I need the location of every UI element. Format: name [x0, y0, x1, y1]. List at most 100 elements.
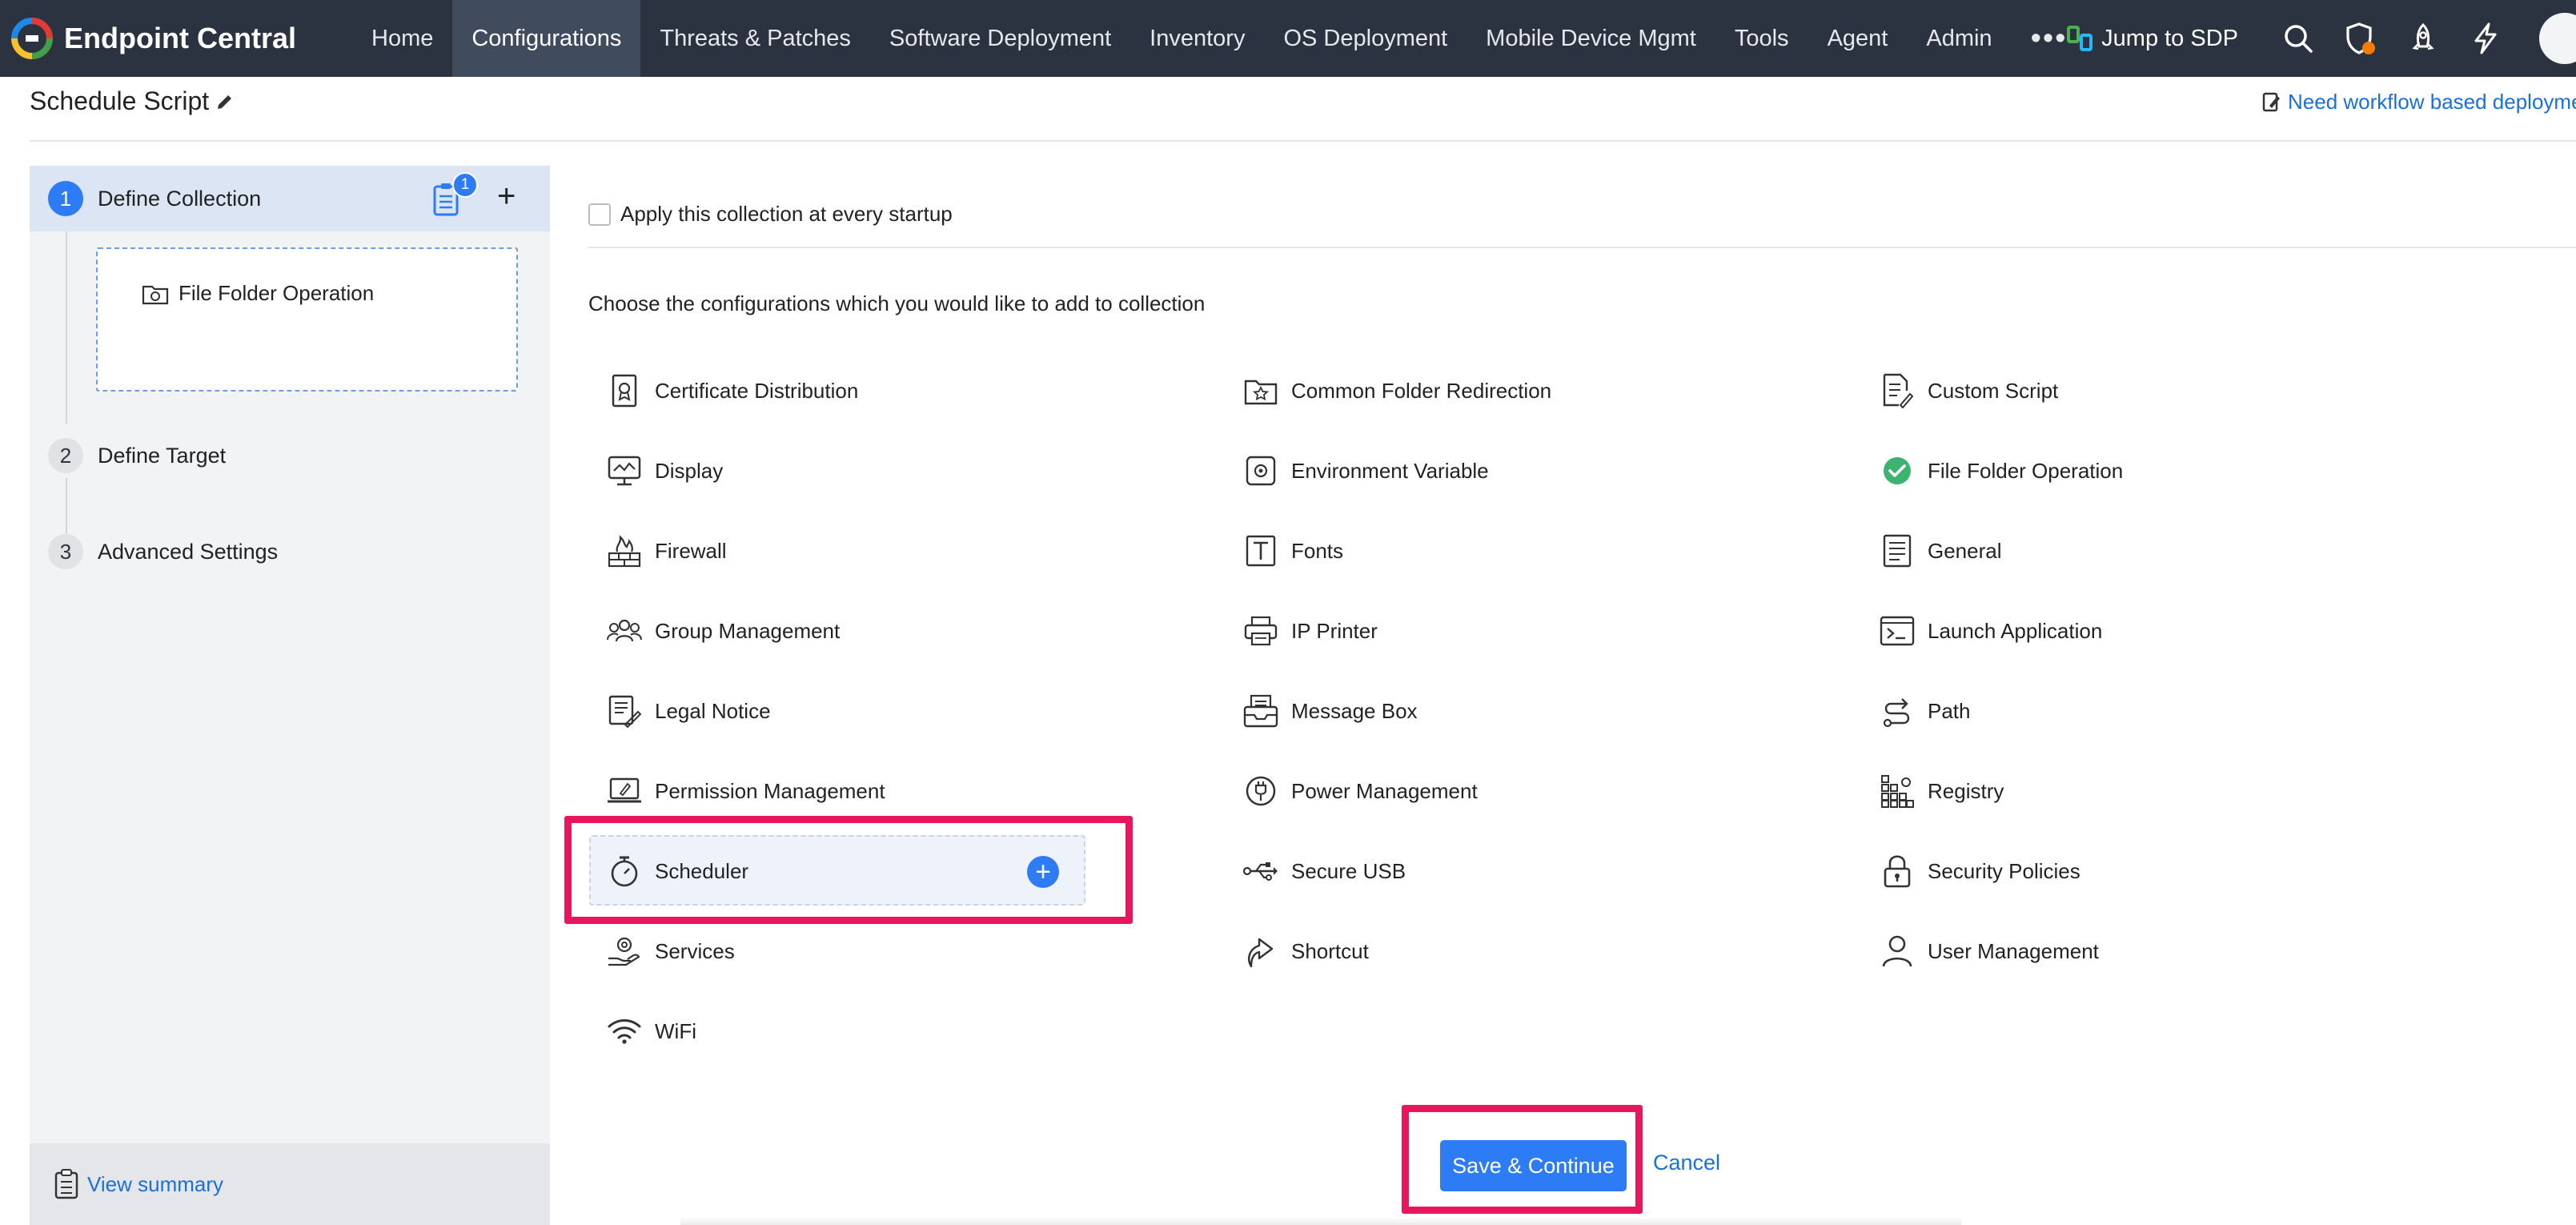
step-label: Define Target: [98, 443, 227, 468]
wifi-icon: [607, 1014, 642, 1049]
shield-alert-icon[interactable]: [2342, 20, 2379, 57]
collection-item-label: File Folder Operation: [179, 281, 375, 305]
config-label: Power Management: [1291, 778, 1478, 803]
nav-home[interactable]: Home: [352, 0, 452, 77]
config-wifi[interactable]: WiFi: [607, 1014, 696, 1049]
terminal-icon: [1880, 613, 1915, 649]
page-title: Schedule Script: [30, 86, 235, 116]
step-number: 2: [48, 438, 83, 473]
edit-pencil-icon[interactable]: [215, 92, 235, 111]
jump-to-sdp-label: Jump to SDP: [2101, 25, 2238, 51]
search-icon[interactable]: [2280, 20, 2317, 57]
step-advanced-settings[interactable]: 3 Advanced Settings: [48, 534, 278, 569]
nav-configurations[interactable]: Configurations: [452, 0, 641, 77]
nav-admin[interactable]: Admin: [1907, 0, 2011, 77]
certificate-icon: [607, 373, 642, 408]
nav-tools[interactable]: Tools: [1715, 0, 1808, 77]
add-collection-button[interactable]: +: [497, 180, 516, 212]
config-general[interactable]: General: [1880, 533, 2002, 568]
jump-to-sdp-button[interactable]: Jump to SDP: [2066, 25, 2238, 52]
nav-os-deployment[interactable]: OS Deployment: [1264, 0, 1467, 77]
step-connector: [66, 231, 67, 424]
step-number: 1: [48, 181, 83, 216]
config-certificate-distribution[interactable]: Certificate Distribution: [607, 373, 858, 408]
config-group-management[interactable]: Group Management: [607, 613, 840, 649]
config-label: Path: [1928, 698, 1971, 723]
config-path[interactable]: Path: [1880, 693, 1971, 729]
apply-startup-checkbox[interactable]: [588, 203, 611, 226]
config-label: Security Policies: [1928, 858, 2080, 883]
view-summary-link[interactable]: View summary: [87, 1172, 223, 1197]
group-icon: [607, 613, 642, 649]
config-label: WiFi: [655, 1018, 696, 1043]
config-launch-application[interactable]: Launch Application: [1880, 613, 2102, 649]
config-permission-management[interactable]: Permission Management: [607, 773, 885, 809]
nav-inventory[interactable]: Inventory: [1130, 0, 1264, 77]
config-label: Secure USB: [1291, 858, 1406, 883]
config-user-management[interactable]: User Management: [1880, 934, 2099, 969]
config-label: Common Folder Redirection: [1291, 378, 1552, 403]
config-firewall[interactable]: Firewall: [607, 533, 727, 568]
file-folder-icon: [142, 285, 169, 304]
nav-agent[interactable]: Agent: [1808, 0, 1908, 77]
config-display[interactable]: Display: [607, 453, 723, 488]
config-power-management[interactable]: Power Management: [1243, 773, 1478, 809]
config-custom-script[interactable]: Custom Script: [1880, 373, 2058, 408]
step-number: 3: [48, 534, 83, 569]
bottom-shadow: [680, 1217, 1961, 1225]
config-file-folder-operation[interactable]: File Folder Operation: [1880, 453, 2123, 488]
environment-icon: [1243, 453, 1278, 488]
config-label: Shortcut: [1291, 938, 1369, 963]
nav-software-deployment[interactable]: Software Deployment: [870, 0, 1130, 77]
config-label: Display: [655, 458, 724, 483]
config-label: Services: [655, 938, 735, 963]
config-label: Launch Application: [1928, 618, 2103, 643]
config-label: Message Box: [1291, 698, 1418, 723]
config-label: General: [1928, 538, 2002, 563]
lightning-icon[interactable]: [2467, 20, 2504, 57]
config-legal-notice[interactable]: Legal Notice: [607, 693, 771, 729]
step-define-target[interactable]: 2 Define Target: [48, 438, 226, 473]
rocket-icon[interactable]: [2405, 20, 2442, 57]
config-security-policies[interactable]: Security Policies: [1880, 853, 2080, 889]
config-services[interactable]: Services: [607, 934, 735, 969]
config-shortcut[interactable]: Shortcut: [1243, 934, 1369, 969]
permission-icon: [607, 773, 642, 809]
collection-count-badge: 1: [452, 172, 478, 198]
shortcut-icon: [1243, 934, 1278, 969]
summary-clipboard-icon: [54, 1169, 78, 1199]
nav-mobile-device-mgmt[interactable]: Mobile Device Mgmt: [1467, 0, 1715, 77]
config-fonts[interactable]: Fonts: [1243, 533, 1343, 568]
usb-icon: [1243, 853, 1278, 889]
config-secure-usb[interactable]: Secure USB: [1243, 853, 1406, 889]
save-continue-button[interactable]: Save & Continue: [1440, 1140, 1627, 1191]
apply-startup-row[interactable]: Apply this collection at every startup: [588, 202, 953, 227]
lock-icon: [1880, 853, 1915, 889]
config-label: Environment Variable: [1291, 458, 1489, 483]
services-icon: [607, 934, 642, 969]
config-message-box[interactable]: Message Box: [1243, 693, 1418, 729]
workflow-link-label: Need workflow based deployme: [2288, 90, 2576, 114]
workflow-deployment-link[interactable]: Need workflow based deployme: [2262, 90, 2576, 114]
collection-item[interactable]: File Folder Operation: [142, 281, 374, 306]
nav-threats-patches[interactable]: Threats & Patches: [640, 0, 870, 77]
config-common-folder-redirection[interactable]: Common Folder Redirection: [1243, 373, 1551, 408]
config-environment-variable[interactable]: Environment Variable: [1243, 453, 1489, 488]
sdp-logo-icon: [2067, 26, 2093, 51]
brand-name: Endpoint Central: [64, 22, 296, 54]
config-ip-printer[interactable]: IP Printer: [1243, 613, 1378, 649]
config-registry[interactable]: Registry: [1880, 773, 2004, 809]
step-label: Advanced Settings: [98, 539, 279, 564]
display-icon: [607, 453, 642, 488]
brand[interactable]: Endpoint Central: [0, 0, 352, 77]
document-edit-icon: [2262, 92, 2280, 111]
user-avatar[interactable]: [2539, 13, 2576, 64]
choose-instructions: Choose the configurations which you woul…: [588, 291, 1206, 315]
config-label: Fonts: [1291, 538, 1344, 563]
summary-bar: View summary: [30, 1143, 550, 1225]
config-label: Group Management: [655, 618, 841, 643]
config-label: IP Printer: [1291, 618, 1378, 643]
step-define-collection[interactable]: 1 Define Collection: [48, 181, 261, 216]
script-icon: [1880, 373, 1915, 408]
cancel-link[interactable]: Cancel: [1653, 1151, 1720, 1175]
